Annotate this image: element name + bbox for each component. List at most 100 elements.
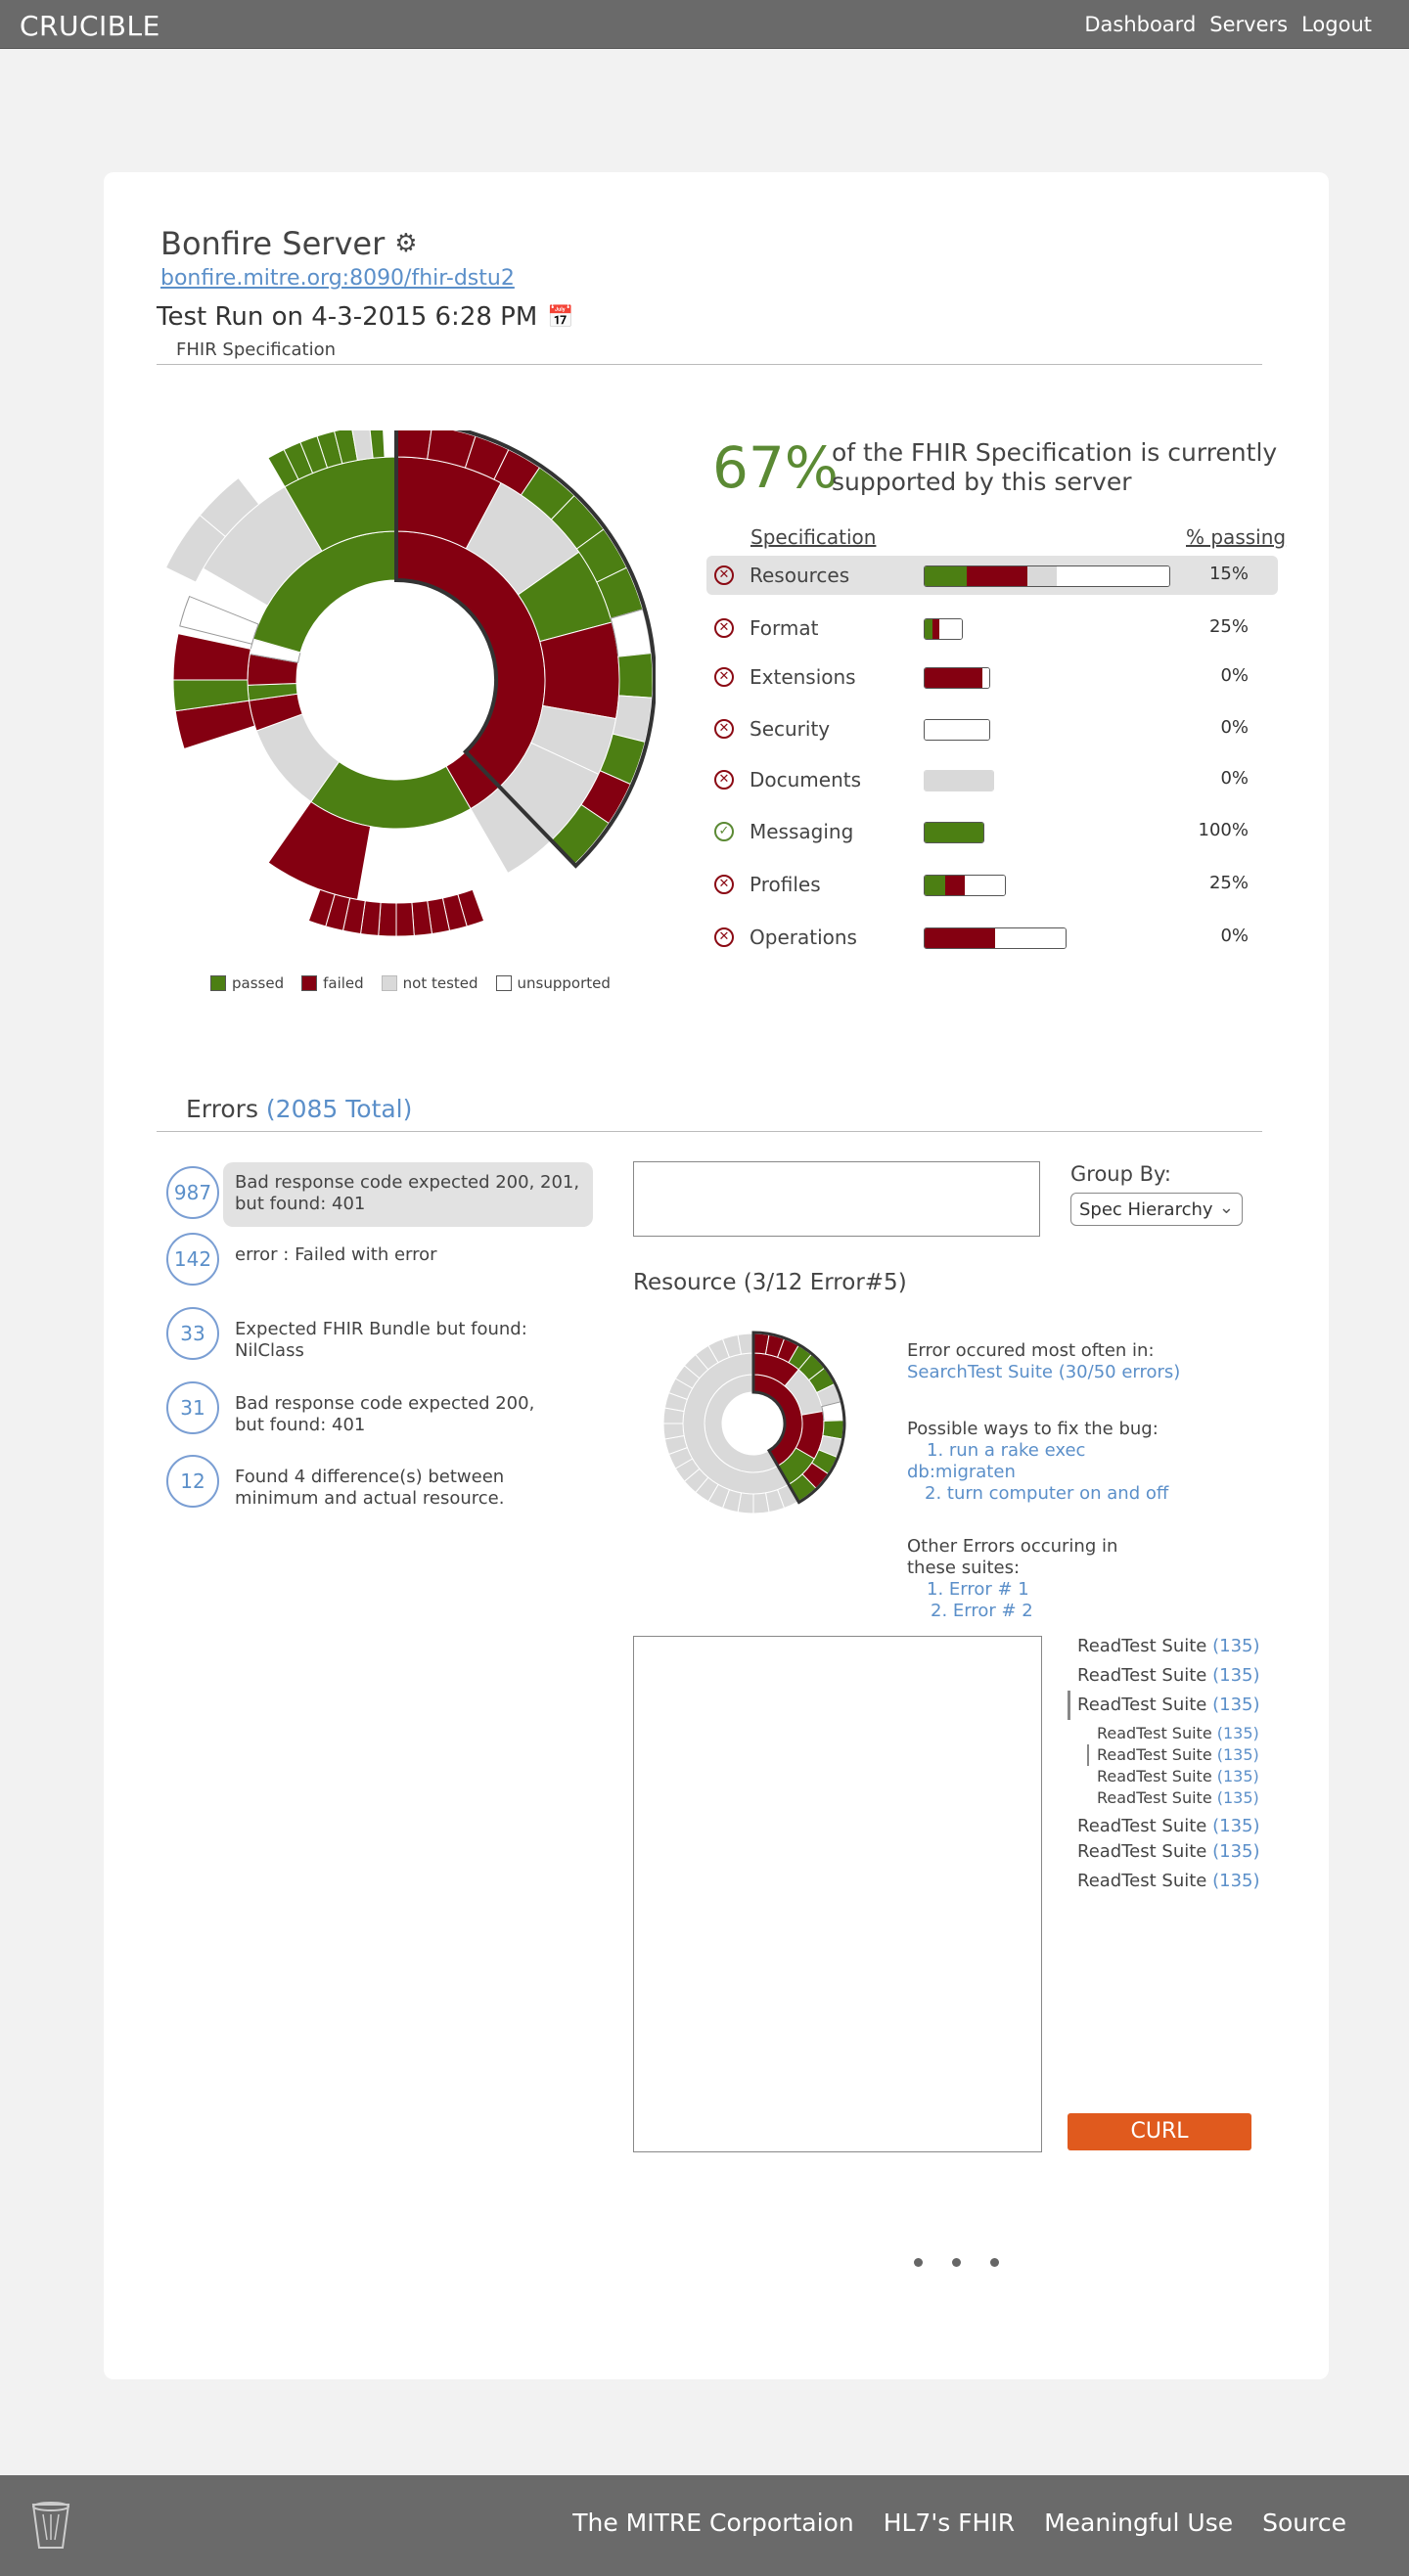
spec-row-operations[interactable]: ✕ Operations 0% [706, 918, 1278, 957]
spec-progress-bar [924, 565, 1170, 587]
bar-segment-unsupported [965, 876, 1005, 895]
spec-percent: 0% [1220, 926, 1249, 946]
sub-suite-item[interactable]: ReadTest Suite (135) [1097, 1767, 1259, 1785]
chevron-down-icon: ⌄ [1218, 1198, 1234, 1218]
sunburst-segment[interactable] [395, 901, 415, 937]
nav-servers[interactable]: Servers [1209, 13, 1288, 36]
spec-label: FHIR Specification [176, 339, 336, 360]
legend-swatch-unsupported [495, 975, 512, 991]
suite-item-selected[interactable]: ReadTest Suite (135) [1077, 1695, 1260, 1715]
dot-3[interactable] [990, 2258, 999, 2267]
sunburst-segment[interactable] [617, 653, 654, 699]
x-circle-icon: ✕ [714, 927, 734, 947]
error-item[interactable]: 31 Bad response code expected 200, but f… [166, 1381, 597, 1436]
footer-nav: The MITRE Corportaion HL7's FHIR Meaning… [572, 2508, 1346, 2537]
x-circle-icon: ✕ [714, 770, 734, 790]
sunburst-segment[interactable] [378, 901, 397, 937]
spec-progress-bar [924, 822, 984, 843]
bar-segment-passed [925, 566, 967, 586]
support-text: of the FHIR Specification is currently s… [832, 438, 1278, 496]
dot-1[interactable] [914, 2258, 923, 2267]
top-bar: CRUCIBLE Dashboard Servers Logout [0, 0, 1409, 49]
fix-item-2[interactable]: 2. turn computer on and off [925, 1483, 1168, 1505]
footer-link-meaningful-use[interactable]: Meaningful Use [1044, 2508, 1233, 2537]
spec-row-messaging[interactable]: ✓ Messaging 100% [706, 812, 1278, 851]
selected-indicator [1068, 1691, 1070, 1720]
spec-row-profiles[interactable]: ✕ Profiles 25% [706, 865, 1278, 904]
footer: The MITRE Corportaion HL7's FHIR Meaning… [0, 2475, 1409, 2576]
spec-progress-bar [924, 618, 963, 640]
sub-suite-item[interactable]: ReadTest Suite (135) [1097, 1724, 1259, 1742]
suite-item[interactable]: ReadTest Suite (135) [1077, 1871, 1260, 1891]
server-url-link[interactable]: bonfire.mitre.org:8090/fhir-dstu2 [160, 266, 515, 291]
fix-label: Possible ways to fix the bug: [907, 1419, 1159, 1439]
spec-progress-bar [924, 667, 990, 689]
spec-percent: 25% [1208, 616, 1249, 637]
often-suite-link[interactable]: SearchTest Suite (30/50 errors) [907, 1362, 1180, 1383]
error-item[interactable]: 987 Bad response code expected 200, 201,… [166, 1162, 597, 1227]
footer-link-hl7-fhir[interactable]: HL7's FHIR [884, 2508, 1015, 2537]
check-circle-icon: ✓ [714, 822, 734, 841]
test-run: Test Run on 4-3-2015 6:28 PM 📅 [157, 302, 574, 332]
nav-logout[interactable]: Logout [1301, 13, 1372, 36]
legend-swatch-not-tested [381, 975, 397, 991]
spec-percent: 0% [1220, 768, 1249, 789]
sub-suite-item[interactable]: ReadTest Suite (135) [1097, 1788, 1259, 1807]
bar-segment-failed [966, 566, 1027, 586]
bar-segment-unsupported [939, 619, 962, 639]
group-by-label: Group By: [1070, 1162, 1171, 1186]
spec-row-extensions[interactable]: ✕ Extensions 0% [706, 657, 1278, 697]
error-text: Expected FHIR Bundle but found: NilClass [235, 1319, 527, 1361]
suite-item[interactable]: ReadTest Suite (135) [1077, 1636, 1260, 1656]
curl-button[interactable]: CURL [1068, 2113, 1251, 2150]
other-error-1[interactable]: 1. Error # 1 [927, 1579, 1029, 1601]
error-item[interactable]: 12 Found 4 difference(s) between minimum… [166, 1455, 597, 1510]
dot-2[interactable] [952, 2258, 961, 2267]
spec-name: Security [750, 717, 831, 741]
crucible-logo-icon[interactable] [29, 2501, 72, 2552]
footer-link-source[interactable]: Source [1262, 2508, 1346, 2537]
header-passing[interactable]: % passing [1186, 525, 1286, 549]
x-circle-icon: ✕ [714, 667, 734, 687]
other-error-2[interactable]: 2. Error # 2 [931, 1601, 1033, 1622]
spec-progress-bar [924, 719, 990, 741]
suite-item[interactable]: ReadTest Suite (135) [1077, 1841, 1260, 1862]
spec-name: Operations [750, 926, 857, 949]
spec-row-security[interactable]: ✕ Security 0% [706, 709, 1278, 748]
error-text: error : Failed with error [235, 1244, 437, 1265]
group-by-select[interactable]: Spec Hierarchy ⌄ [1070, 1193, 1243, 1226]
spec-percent: 0% [1220, 717, 1249, 738]
top-nav: Dashboard Servers Logout [1084, 13, 1372, 36]
sunburst-segment[interactable] [395, 430, 432, 460]
bar-segment-unsupported [995, 928, 1066, 948]
calendar-icon[interactable]: 📅 [547, 305, 573, 330]
header-divider [157, 364, 1262, 365]
resource-sunburst-chart[interactable] [656, 1321, 861, 1526]
fix-item-1[interactable]: 1. run a rake exec db:migraten [907, 1440, 1103, 1483]
legend-unsupported: unsupported [495, 974, 611, 992]
spec-row-documents[interactable]: ✕ Documents 0% [706, 760, 1278, 799]
error-item[interactable]: 33 Expected FHIR Bundle but found: NilCl… [166, 1307, 597, 1362]
bar-segment-unsupported [982, 668, 989, 688]
error-text: Bad response code expected 200, but foun… [235, 1393, 535, 1435]
suite-item[interactable]: ReadTest Suite (135) [1077, 1816, 1260, 1836]
brand-logo[interactable]: CRUCIBLE [20, 10, 160, 42]
spec-progress-bar [924, 927, 1067, 949]
nav-dashboard[interactable]: Dashboard [1084, 13, 1196, 36]
bar-segment-failed [944, 876, 965, 895]
header-specification[interactable]: Specification [750, 525, 876, 549]
error-item[interactable]: 142 error : Failed with error [166, 1233, 597, 1288]
pagination-dots[interactable] [914, 2258, 999, 2267]
error-search-box[interactable] [633, 1161, 1040, 1237]
gear-icon[interactable]: ⚙ [394, 229, 417, 258]
suite-item[interactable]: ReadTest Suite (135) [1077, 1665, 1260, 1686]
spec-row-format[interactable]: ✕ Format 25% [706, 609, 1278, 648]
sub-suite-item-selected[interactable]: ReadTest Suite (135) [1097, 1745, 1259, 1764]
spec-percent: 0% [1220, 665, 1249, 686]
legend-passed: passed [210, 974, 284, 992]
footer-link-mitre[interactable]: The MITRE Corportaion [572, 2508, 853, 2537]
bar-segment-not-tested [925, 771, 993, 791]
error-detail-box[interactable] [633, 1636, 1042, 2152]
spec-sunburst-chart[interactable] [147, 430, 656, 939]
spec-row-resources[interactable]: ✕ Resources 15% [706, 556, 1278, 595]
